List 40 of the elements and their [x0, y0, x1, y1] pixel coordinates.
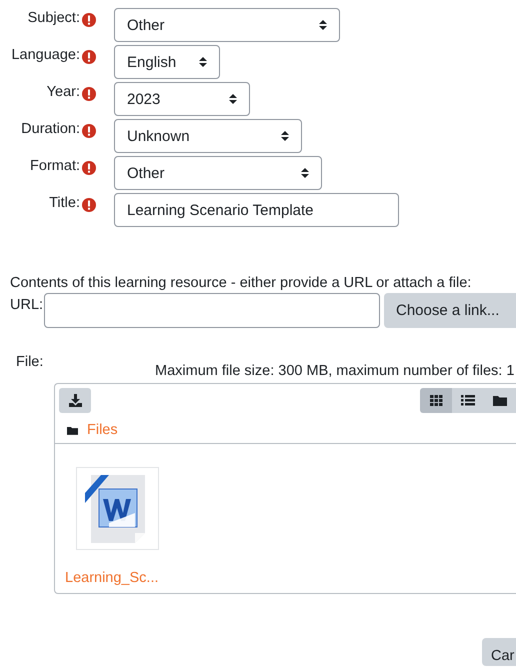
required-icon	[82, 50, 96, 64]
file-thumbnail[interactable]	[76, 467, 159, 550]
list-view-button[interactable]	[452, 388, 484, 413]
field-label: Language:	[10, 46, 80, 63]
field-label: Format:	[29, 157, 80, 174]
grid-icon	[430, 395, 442, 406]
sort-caret-icon	[281, 130, 289, 142]
download-button[interactable]	[59, 388, 91, 413]
grid-view-button[interactable]	[420, 388, 452, 413]
required-icon	[82, 87, 96, 101]
folder-icon	[67, 426, 78, 434]
required-icon	[82, 198, 96, 212]
choose-link-button[interactable]: Choose a link...	[384, 293, 516, 328]
url-label: URL:	[9, 296, 44, 313]
required-icon	[82, 13, 96, 27]
sort-caret-icon	[319, 19, 327, 31]
url-field[interactable]	[44, 293, 380, 328]
sort-caret-icon	[229, 93, 237, 105]
file-limits-text: Maximum file size: 300 MB, maximum number of files: 1	[155, 363, 514, 379]
input-field[interactable]: Learning Scenario Template	[114, 193, 399, 227]
field-label: Year:	[46, 83, 80, 100]
field-label: Subject:	[26, 9, 80, 26]
list-icon	[461, 395, 475, 406]
select-field[interactable]: English	[114, 45, 220, 79]
select-field[interactable]: Other	[114, 8, 340, 42]
select-field[interactable]: Other	[114, 156, 322, 190]
required-icon	[82, 124, 96, 138]
field-label: Title:	[48, 194, 80, 211]
section-text: Contents of this learning resource - either provide a URL or attach a file:	[10, 275, 472, 291]
select-field[interactable]: Unknown	[114, 119, 302, 153]
sort-caret-icon	[199, 56, 207, 68]
file-label: File:	[15, 354, 44, 372]
required-icon	[82, 161, 96, 175]
field-label: Duration:	[20, 120, 80, 137]
download-icon	[68, 394, 82, 407]
sort-caret-icon	[301, 167, 309, 179]
cancel-button[interactable]: Car	[482, 638, 516, 666]
folder-view-button[interactable]	[484, 388, 516, 413]
folder-icon	[493, 395, 507, 406]
select-field[interactable]: 2023	[114, 82, 250, 116]
